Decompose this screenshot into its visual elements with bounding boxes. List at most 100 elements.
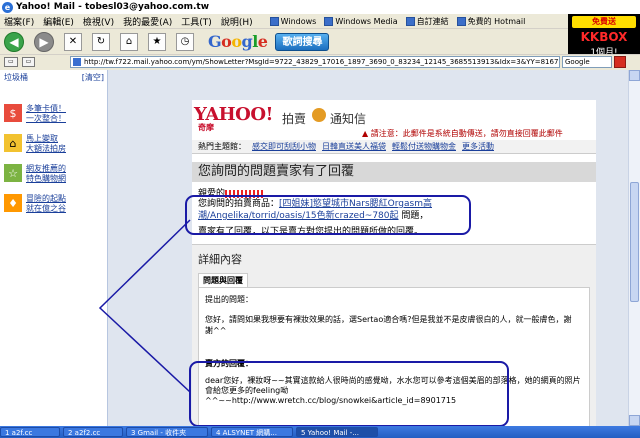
ad-brand: KKBOX (580, 30, 628, 44)
hot-link[interactable]: 輕鬆付送物購物金 (392, 141, 456, 152)
game-icon: ♦ (4, 194, 22, 212)
vertical-scrollbar[interactable] (628, 70, 640, 426)
taskbar-item[interactable]: 3 Gmail - 收件夾 (126, 427, 208, 437)
refresh-icon[interactable]: ↻ (92, 32, 110, 51)
sidebar-ad-4[interactable]: ♦ 冒險的起點 就在億之谷 (4, 194, 66, 214)
google-logo[interactable]: Google (208, 32, 268, 51)
redacted-name (225, 189, 266, 198)
scroll-down-button[interactable] (629, 415, 640, 426)
left-sidebar: 垃圾桶 [清空] $ 多筆卡債！ 一次整合！ ⌂ 馬上變取 大額法拍房 ☆ 網友… (0, 70, 108, 426)
address-bar: ▭ ▭ http://tw.f722.mail.yahoo.com/ym/Sho… (0, 54, 640, 68)
toolbar: ◀ ▶ ✕ ↻ ⌂ ★ ◷ Google 歌詞搜尋 (0, 29, 568, 54)
auction-icon (312, 108, 326, 122)
scroll-up-button[interactable] (629, 70, 640, 81)
sidebar-ad-text: 多筆卡債！ 一次整合！ (26, 104, 66, 123)
address-left: ▭ ▭ (0, 56, 70, 68)
trash-row: 垃圾桶 [清空] (4, 72, 104, 83)
forward-button[interactable]: ▶ (34, 31, 54, 52)
taskbar-item[interactable]: 5 Yahoo! Mail -... (296, 427, 378, 437)
page-icon (405, 16, 415, 26)
stop-icon[interactable]: ✕ (64, 32, 82, 51)
item-suffix: 問題， (398, 211, 429, 221)
page-icon (73, 57, 81, 66)
sidebar-ad-text: 網友推薦的 特色購物網 (26, 164, 66, 183)
menu-view[interactable]: 檢視(V) (83, 15, 114, 28)
back-button[interactable]: ◀ (4, 31, 24, 52)
menu-file[interactable]: 檔案(F) (4, 15, 34, 28)
menu-edit[interactable]: 編輯(E) (43, 15, 74, 28)
link-label: Windows Media (335, 16, 398, 26)
empty-trash-link[interactable]: [清空] (82, 72, 104, 83)
home-icon[interactable]: ⌂ (120, 32, 138, 51)
sidebar-ad-text: 冒險的起點 就在億之谷 (26, 194, 66, 213)
mini-toolbar-button[interactable]: ▭ (4, 56, 18, 67)
google-search-field[interactable]: Google (562, 55, 612, 68)
page-icon (269, 16, 279, 26)
lyrics-search-button[interactable]: 歌詞搜尋 (275, 32, 330, 51)
item-line: 您詢問的拍賣商品：[四姐妹]慾望城市Nars腮紅Orgasm高潮/Angelik… (198, 198, 498, 222)
scroll-thumb[interactable] (630, 182, 639, 302)
hot-topics: 熱門主題館： 感交即可刮刮小物 日韓直送美人福袋 輕鬆付送物購物金 更多活動 (192, 140, 596, 154)
url-field[interactable]: http://tw.f722.mail.yahoo.com/ym/ShowLet… (70, 55, 560, 68)
item-prefix: 您詢問的拍賣商品： (198, 199, 280, 209)
menu-bar: 檔案(F) 編輯(E) 檢視(V) 我的最愛(A) 工具(T) 說明(H) Wi… (0, 14, 640, 29)
favorites-icon[interactable]: ★ (148, 32, 166, 51)
history-icon[interactable]: ◷ (176, 32, 194, 51)
detail-section: 詳細內容 問題與回覆 提出的問題： 您好，請問如果我想要有裸妝效果的話，選Ser… (192, 244, 596, 426)
sidebar-ad-3[interactable]: ☆ 網友推薦的 特色購物網 (4, 164, 66, 184)
ie-icon: e (2, 1, 13, 13)
link-custom[interactable]: 自訂連結 (405, 16, 449, 27)
link-label: 免費的 Hotmail (467, 16, 526, 26)
page-icon (456, 16, 466, 26)
answer-label: 賣方的回覆： (205, 359, 253, 368)
title-bar: e Yahoo! Mail - tobesl03@yahoo.com.tw (0, 0, 640, 14)
question-text: 您好，請問如果我想要有裸妝效果的話，選Sertao適合嗎?但是我並不是皮膚很白的… (205, 315, 572, 335)
taskbar-item[interactable]: 4 ALSYNET 網購... (211, 427, 293, 437)
yahoo-header: YAHOO! 奇摩 拍賣 通知信 ▲ 請注意：此郵件是系統自動傳送，請勿直接回覆… (192, 100, 596, 138)
taskbar: 1 a2f.cc 2 a2f2.cc 3 Gmail - 收件夾 4 ALSYN… (0, 426, 640, 438)
notice-label: 通知信 (330, 112, 367, 126)
hot-link[interactable]: 日韓直送美人福袋 (322, 141, 386, 152)
trash-link[interactable]: 垃圾桶 (4, 72, 28, 83)
warning-label: 請注意：此郵件是系統自動傳送，請勿直接回覆此郵件 (370, 129, 563, 138)
hot-link[interactable]: 感交即可刮刮小物 (252, 141, 316, 152)
answer-text: dear您好，裸妝呀~~其實這款給人很時尚的感覺呦，水水您可以參考這個美眉的部落… (205, 376, 581, 405)
ad-free: 免費送 (572, 16, 636, 28)
page-icon (324, 16, 334, 26)
taskbar-item[interactable]: 1 a2f.cc (0, 427, 60, 437)
auction-label: 拍賣 (282, 112, 307, 126)
house-icon: ⌂ (4, 134, 22, 152)
sidebar-ad-2[interactable]: ⌂ 馬上變取 大額法拍房 (4, 134, 66, 154)
menu-tools[interactable]: 工具(T) (181, 15, 212, 28)
menu-help[interactable]: 說明(H) (221, 15, 253, 28)
link-hotmail[interactable]: 免費的 Hotmail (456, 16, 526, 27)
question-label: 提出的問題： (205, 295, 253, 304)
detail-body: 提出的問題： 您好，請問如果我想要有裸妝效果的話，選Sertao適合嗎?但是我並… (198, 287, 590, 426)
sidebar-ad-1[interactable]: $ 多筆卡債！ 一次整合！ (4, 104, 66, 124)
hot-link[interactable]: 更多活動 (462, 141, 494, 152)
sidebar-ad-text: 馬上變取 大額法拍房 (26, 134, 66, 153)
yahoo-panel: YAHOO! 奇摩 拍賣 通知信 ▲ 請注意：此郵件是系統自動傳送，請勿直接回覆… (192, 100, 596, 426)
reply-line: 賣家有了回覆，以下是賣方對您提出的問題所做的回覆。 (198, 227, 424, 237)
link-label: Windows (280, 16, 317, 26)
warning-text: ▲ 請注意：此郵件是系統自動傳送，請勿直接回覆此郵件 (362, 129, 563, 138)
kkbox-ad[interactable]: 免費送 KKBOX 1個月! (568, 14, 640, 58)
window-title: Yahoo! Mail - tobesl03@yahoo.com.tw (16, 2, 210, 12)
link-windows[interactable]: Windows (269, 16, 317, 26)
go-icon[interactable] (614, 55, 626, 68)
shop-icon: ☆ (4, 164, 22, 182)
links-bar: Windows Windows Media 自訂連結 免費的 Hotmail (269, 16, 534, 27)
menu-favorites[interactable]: 我的最愛(A) (123, 15, 172, 28)
link-label: 自訂連結 (416, 16, 449, 26)
url-text: http://tw.f722.mail.yahoo.com/ym/ShowLet… (84, 57, 560, 66)
card-icon: $ (4, 104, 22, 122)
taskbar-item[interactable]: 2 a2f2.cc (63, 427, 123, 437)
message-title: 您詢問的問題賣家有了回覆 (192, 162, 596, 182)
mini-toolbar-button[interactable]: ▭ (21, 56, 36, 67)
detail-title: 詳細內容 (198, 253, 242, 266)
content-area: YAHOO! 奇摩 拍賣 通知信 ▲ 請注意：此郵件是系統自動傳送，請勿直接回覆… (108, 70, 628, 426)
link-windows-media[interactable]: Windows Media (324, 16, 398, 26)
hot-label: 熱門主題館： (198, 142, 246, 151)
yahoo-kimo: 奇摩 (198, 123, 214, 132)
tab-qa[interactable]: 問題與回覆 (198, 273, 248, 287)
